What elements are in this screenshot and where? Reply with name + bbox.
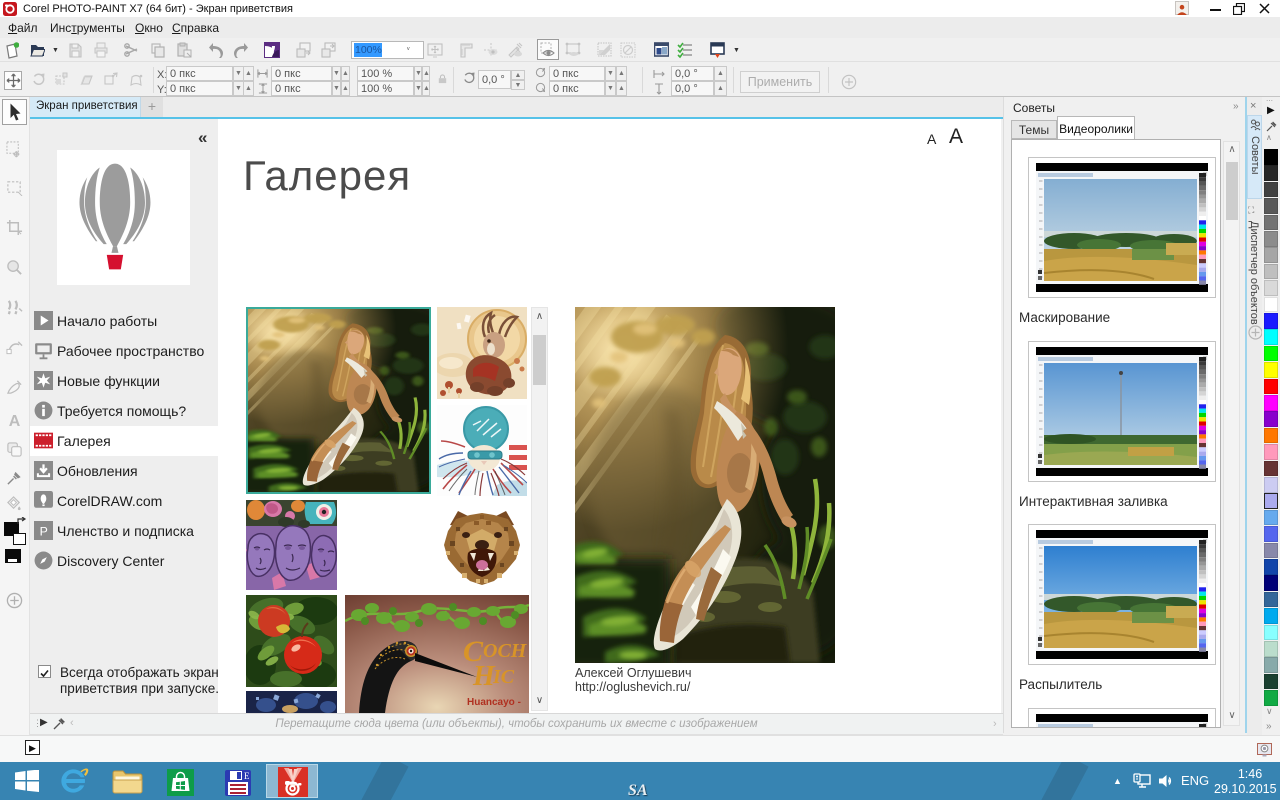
- svg-text:IC: IC: [492, 666, 515, 688]
- svg-text:Huancayo -: Huancayo -: [467, 697, 521, 708]
- svg-text:E: E: [244, 771, 250, 781]
- svg-text:OCH: OCH: [483, 640, 528, 662]
- svg-text:P: P: [40, 525, 48, 539]
